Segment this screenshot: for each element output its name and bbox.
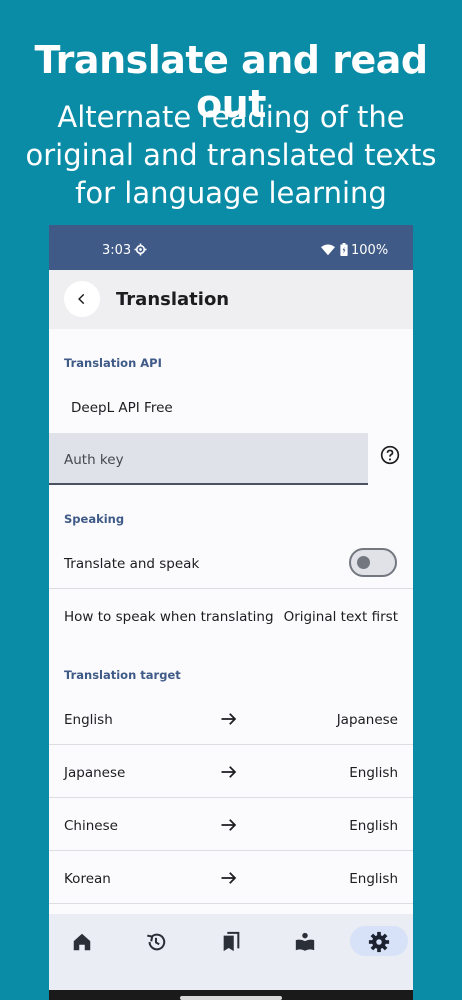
battery-icon [340,243,348,256]
bookmarks-icon[interactable] [220,931,242,953]
auth-key-placeholder: Auth key [64,452,124,468]
source-language: Chinese [64,818,118,834]
target-language: Japanese [336,712,398,728]
page-title: Translation [116,289,230,310]
divider [49,797,413,798]
divider [49,850,413,851]
promo-subtitle-line: for language learning [75,176,387,210]
promo-subtitle: Alternate reading of the original and tr… [0,98,462,212]
translate-and-speak-label: Translate and speak [64,556,200,572]
status-time: 3:03 [102,243,132,258]
promo-subtitle-line: original and translated texts [25,138,437,172]
section-header-translation-api: Translation API [64,356,162,370]
toggle-knob [357,556,370,569]
help-icon[interactable] [380,445,400,465]
translate-and-speak-toggle[interactable] [349,548,397,577]
how-to-speak-value: Original text first [283,609,398,625]
divider [49,744,413,745]
section-header-speaking: Speaking [64,512,125,526]
arrow-right-icon [221,713,237,725]
status-bar: 3:03 100% [49,225,413,270]
reading-icon[interactable] [294,931,316,953]
history-icon[interactable] [145,931,167,953]
target-language: English [349,818,398,834]
back-button[interactable] [64,281,100,317]
auth-key-field[interactable]: Auth key [49,433,368,485]
bottom-navigation [49,914,413,1000]
home-icon[interactable] [71,931,93,953]
target-language: English [349,765,398,781]
home-gesture-handle[interactable] [180,996,282,1000]
arrow-right-icon [221,872,237,884]
arrow-right-icon [221,766,237,778]
settings-icon[interactable] [368,931,390,953]
chevron-left-icon [78,293,85,305]
section-header-translation-target: Translation target [64,668,181,682]
divider [49,588,413,589]
promo-subtitle-line: Alternate reading of the [57,100,405,134]
settings-status-icon [134,243,147,256]
how-to-speak-label: How to speak when translating [64,609,274,625]
source-language: Japanese [64,765,126,781]
source-language: Korean [64,871,111,887]
target-language: English [349,871,398,887]
wifi-icon [321,244,335,256]
battery-percentage: 100% [351,243,389,258]
translation-api-selector[interactable]: DeepL API Free [71,400,173,416]
arrow-right-icon [221,819,237,831]
app-bar: Translation [49,270,413,329]
divider [49,903,413,904]
phone-screen: 3:03 100% Translation Translation API De [49,225,413,1000]
source-language: English [64,712,113,728]
